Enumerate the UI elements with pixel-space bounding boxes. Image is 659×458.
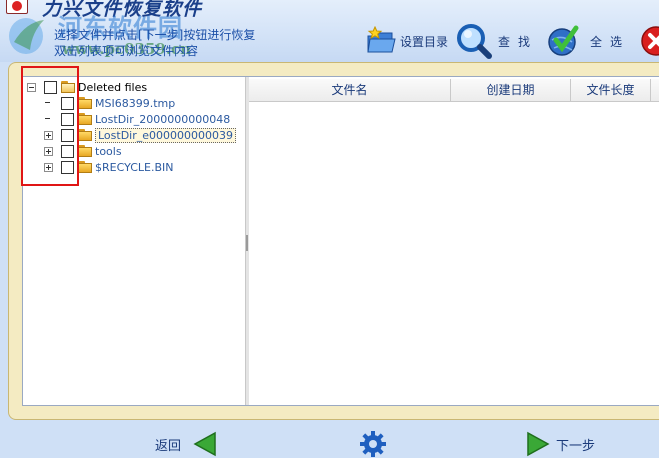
collapse-icon[interactable]	[27, 82, 36, 92]
header-banner: 力兴文件恢复软件 河东软件园 www.pc0359.cn 选择文件并点击[下一步…	[0, 0, 659, 62]
arrow-right-icon	[527, 431, 550, 457]
expand-icon[interactable]	[44, 162, 53, 172]
folder-icon	[78, 97, 94, 109]
file-list[interactable]: 文件名 创建日期 文件长度	[249, 77, 659, 405]
find-label: 查找	[498, 34, 539, 49]
tree-root-label: Deleted files	[78, 80, 148, 94]
splitter-grip[interactable]	[246, 235, 248, 251]
magnifier-icon	[457, 24, 492, 59]
column-header-filename[interactable]: 文件名	[249, 79, 451, 101]
back-button[interactable]: 返回	[155, 430, 219, 458]
tree-item[interactable]: LostDir_2000000000048	[44, 111, 230, 127]
folder-icon	[78, 129, 94, 141]
footer-bar: 返回 下一步	[0, 420, 659, 458]
tree-item[interactable]: tools	[44, 143, 122, 159]
folder-icon	[78, 161, 94, 173]
arrow-left-icon	[193, 431, 216, 457]
tree-item-checkbox[interactable]	[61, 96, 74, 110]
tree-item-checkbox[interactable]	[61, 128, 74, 142]
tree-item-label: $RECYCLE.BIN	[95, 160, 174, 174]
select-all-label: 全选	[590, 34, 631, 49]
column-header-row: 文件名 创建日期 文件长度	[249, 79, 659, 102]
tree-item-checkbox[interactable]	[61, 112, 74, 126]
globe-check-icon	[548, 25, 579, 56]
watermark-logo-icon	[9, 18, 44, 54]
find-button[interactable]: 查找	[456, 22, 538, 60]
folder-icon	[78, 145, 94, 157]
tree-root-checkbox[interactable]	[44, 80, 57, 94]
close-icon	[641, 26, 659, 56]
tree-item[interactable]: MSI68399.tmp	[44, 95, 175, 111]
folder-tree: Deleted files MSI68399.tmp LostDir_20000…	[23, 77, 245, 405]
instruction-line-1: 选择文件并点击[下一步]按钮进行恢复	[54, 28, 256, 42]
expand-icon[interactable]	[44, 146, 53, 156]
open-folder-icon	[61, 81, 77, 93]
set-directory-button[interactable]: 设置目录	[366, 22, 448, 60]
tree-item-label: LostDir_e000000000039	[95, 127, 237, 143]
settings-button[interactable]	[359, 430, 387, 458]
tree-root-row[interactable]: Deleted files	[27, 79, 147, 95]
tree-item-label: MSI68399.tmp	[95, 96, 176, 110]
next-button[interactable]: 下一步	[524, 430, 595, 458]
folder-icon	[78, 113, 94, 125]
expand-icon[interactable]	[44, 130, 53, 140]
tree-item-checkbox[interactable]	[61, 144, 74, 158]
content-panel: Deleted files MSI68399.tmp LostDir_20000…	[22, 76, 659, 406]
tree-item-checkbox[interactable]	[61, 160, 74, 174]
tree-item-label: LostDir_2000000000048	[95, 112, 231, 126]
next-label: 下一步	[556, 438, 596, 454]
tree-item-label: tools	[95, 144, 122, 158]
tree-item[interactable]: $RECYCLE.BIN	[44, 159, 173, 175]
set-directory-label: 设置目录	[400, 34, 449, 49]
select-all-button[interactable]: 全选	[546, 22, 630, 60]
close-button[interactable]	[640, 22, 659, 60]
column-header-created-date[interactable]: 创建日期	[451, 79, 571, 101]
column-header-file-size[interactable]: 文件长度	[571, 79, 651, 101]
tree-item[interactable]: LostDir_e000000000039	[44, 127, 237, 143]
folder-star-icon	[367, 26, 396, 53]
back-label: 返回	[155, 438, 182, 454]
instruction-line-2: 双击列表项可浏览文件内容	[54, 44, 199, 58]
gear-icon	[360, 431, 386, 457]
